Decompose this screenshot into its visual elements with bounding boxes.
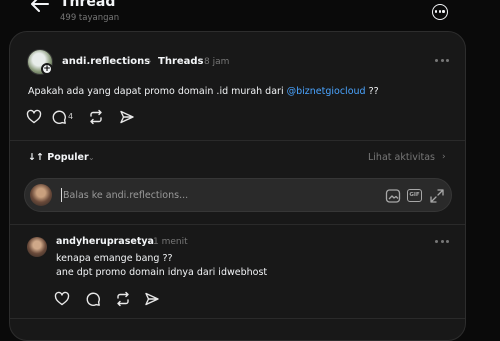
heart-icon[interactable] xyxy=(54,291,70,307)
chevron-down-icon[interactable]: ⌄ xyxy=(88,153,95,162)
reply-input-box[interactable]: Balas ke andi.reflections... GIF xyxy=(24,178,452,212)
send-icon[interactable] xyxy=(119,109,135,125)
sort-label: Populer xyxy=(47,152,89,163)
comment-text-line: ane dpt promo domain idnya dari idwebhos… xyxy=(56,267,268,278)
post-text-after: ?? xyxy=(365,86,379,97)
avatar[interactable] xyxy=(27,237,47,257)
divider xyxy=(10,140,465,141)
repost-icon[interactable] xyxy=(88,109,104,125)
text-cursor xyxy=(61,188,62,202)
chevron-right-icon[interactable]: › xyxy=(442,152,446,162)
avatar xyxy=(30,184,52,206)
post-username[interactable]: andi.reflections xyxy=(62,56,150,67)
send-icon[interactable] xyxy=(144,291,160,307)
reply-count: 4 xyxy=(68,112,74,121)
comment-icon[interactable] xyxy=(85,291,101,307)
mention-link[interactable]: @biznetgiocloud xyxy=(287,86,366,97)
view-activity-link[interactable]: Lihat aktivitas xyxy=(368,152,435,163)
follow-plus-icon[interactable]: + xyxy=(41,63,53,75)
post-text-before: Apakah ada yang dapat promo domain .id m… xyxy=(28,86,287,97)
comment-time: 1 menit xyxy=(153,237,188,247)
reply-input[interactable]: Balas ke andi.reflections... xyxy=(63,190,188,201)
repost-icon[interactable] xyxy=(115,291,131,307)
image-icon[interactable] xyxy=(385,188,401,204)
arrow-left-icon[interactable] xyxy=(28,0,52,14)
comment-text-line: kenapa emange bang ?? xyxy=(56,253,173,264)
comment-username[interactable]: andyheruprasetya xyxy=(56,236,154,247)
top-bar: Thread 499 tayangan xyxy=(0,0,500,28)
comment-icon[interactable] xyxy=(51,109,67,125)
post-time: 8 jam xyxy=(204,57,230,67)
chevron-right-icon: › xyxy=(148,57,152,67)
view-count: 499 tayangan xyxy=(60,13,120,23)
divider xyxy=(10,318,465,319)
more-horizontal-icon[interactable] xyxy=(434,58,450,64)
more-horizontal-icon[interactable] xyxy=(434,239,450,245)
breadcrumb[interactable]: Threads xyxy=(158,56,204,67)
more-options-icon[interactable] xyxy=(432,4,448,20)
post-text: Apakah ada yang dapat promo domain .id m… xyxy=(28,86,379,97)
gif-icon[interactable]: GIF xyxy=(407,189,422,202)
divider xyxy=(10,224,465,225)
page-title: Thread xyxy=(60,0,116,10)
sort-dropdown[interactable]: ↓↑ Populer xyxy=(28,152,89,163)
heart-icon[interactable] xyxy=(26,109,42,125)
expand-icon[interactable] xyxy=(429,188,445,204)
thread-card: + andi.reflections › Threads 8 jam Apaka… xyxy=(9,31,466,341)
